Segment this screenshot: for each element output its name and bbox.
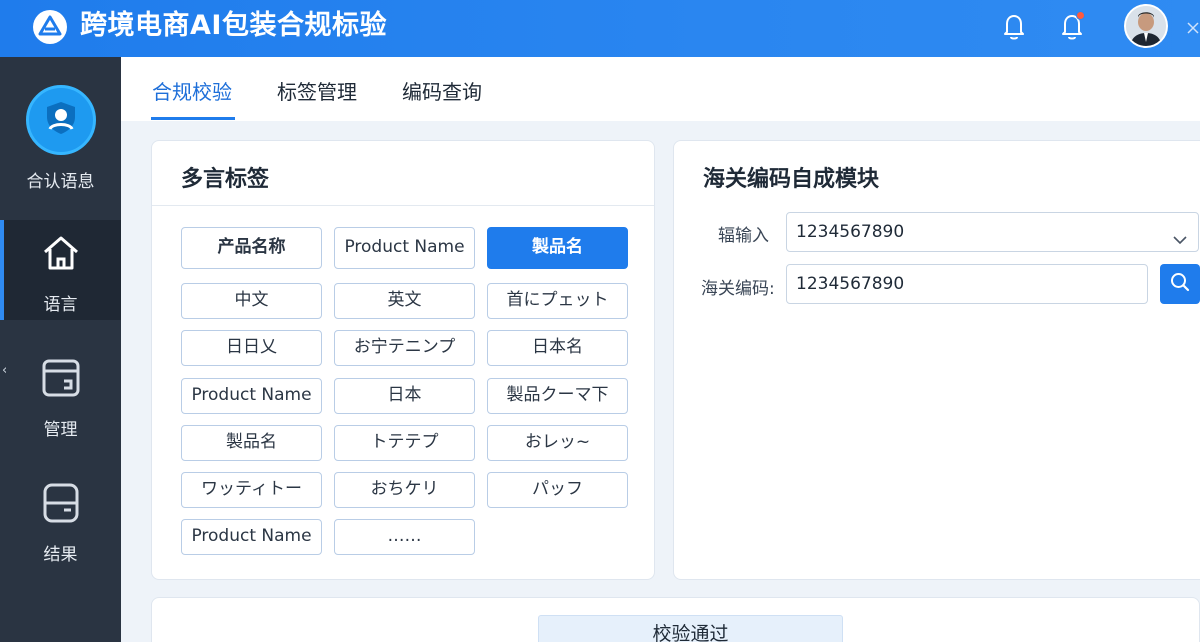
label-chip[interactable]: ワッティトー [181,472,322,508]
sidebar-item-manage[interactable]: 管理 [0,345,121,445]
notification-bell-icon[interactable] [999,10,1029,42]
home-icon [40,232,82,274]
label-chip[interactable]: 英文 [334,283,475,319]
label-chip[interactable]: Product Name [334,227,475,269]
label-chip[interactable]: 首にプェット [487,283,628,319]
label-chip[interactable]: 製品クーマ下 [487,378,628,414]
result-status-badge: 校验通过 [538,615,843,642]
hs-code-value: 1234567890 [796,274,905,294]
alert-bell-icon[interactable] [1057,10,1087,42]
product-input-select[interactable]: 1234567890 [786,212,1199,252]
label-chip[interactable]: 中文 [181,283,322,319]
app-title: 跨境电商AI包装合规标验 [80,10,387,41]
collapse-chevron-icon[interactable]: ‹ [0,357,12,385]
label-chip-selected[interactable]: 製品名 [487,227,628,269]
window-control-icon[interactable] [1186,20,1200,34]
panel-title: 海关编码自成模块 [703,167,880,192]
search-icon [1169,271,1191,297]
sidebar-item-label: 语言 [43,295,78,315]
hs-code-panel: 海关编码自成模块 [673,140,1200,580]
sidebar: 合认语息 语言 管理 结果 ‹ [0,57,121,642]
label-chip[interactable]: Product Name [181,519,322,555]
sidebar-item-label: 管理 [43,420,78,440]
label-chip[interactable]: 日本名 [487,330,628,366]
chevron-down-icon [1172,224,1188,245]
label-chip[interactable]: おちケリ [334,472,475,508]
sidebar-profile-label: 合认语息 [26,172,95,192]
label-chip[interactable]: 产品名称 [181,227,322,269]
label-chip[interactable]: …… [334,519,475,555]
input-label: 辐输入 [718,226,769,246]
sidebar-item-language[interactable]: 语言 [0,220,121,320]
label-chip[interactable]: パッフ [487,472,628,508]
tab-label-management[interactable]: 标签管理 [277,77,357,107]
search-button[interactable] [1160,264,1200,304]
alert-dot [1076,11,1085,20]
hs-code-label: 海关编码: [701,279,775,299]
result-icon [40,482,82,524]
label-chip[interactable]: 日本 [334,378,475,414]
panel-divider [152,205,654,206]
user-avatar[interactable] [1124,4,1168,48]
label-chip[interactable]: トテテプ [334,425,475,461]
label-chip[interactable]: お宁テニンプ [334,330,475,366]
sidebar-item-result[interactable]: 结果 [0,470,121,570]
label-chip[interactable]: 製品名 [181,425,322,461]
label-chip[interactable]: おレッ~ [487,425,628,461]
manage-icon [40,357,82,399]
app-header: 跨境电商AI包装合规标验 [0,0,1200,57]
product-input-value: 1234567890 [796,222,905,242]
profile-shield-icon [26,85,96,155]
panel-title: 多言标签 [181,167,270,192]
label-chip[interactable]: Product Name [181,378,322,414]
tab-compliance-check[interactable]: 合规校验 [152,77,232,107]
sidebar-profile[interactable]: 合认语息 [0,57,121,217]
sidebar-item-label: 结果 [43,545,78,565]
hs-code-field[interactable]: 1234567890 [786,264,1148,304]
tab-active-indicator [151,117,235,120]
app-logo-icon [33,10,67,44]
label-chip[interactable]: 日日乂 [181,330,322,366]
tab-code-lookup[interactable]: 编码查询 [402,77,482,107]
